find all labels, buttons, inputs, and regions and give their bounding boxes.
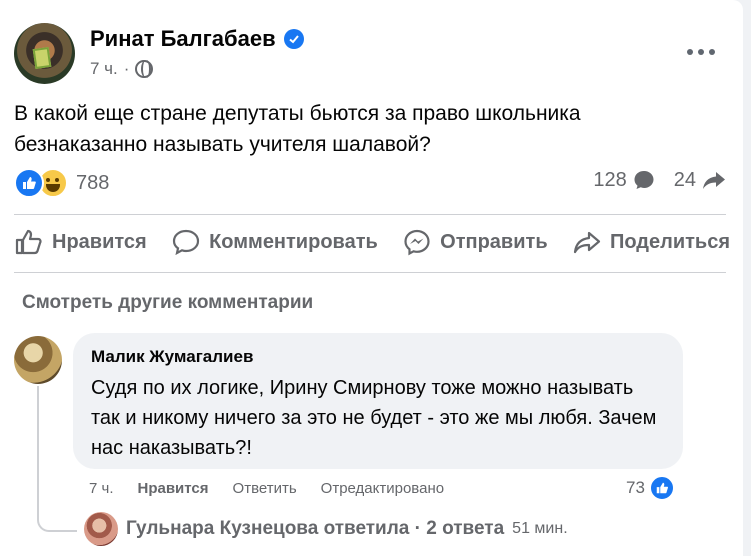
- post-author[interactable]: Ринат Балгабаев: [90, 26, 304, 52]
- like-button[interactable]: Нравится: [14, 228, 147, 256]
- divider: [14, 214, 726, 215]
- comment-edited-label[interactable]: Отредактировано: [321, 480, 444, 497]
- dot-icon: [698, 49, 704, 55]
- see-more-comments-link[interactable]: Смотреть другие комментарии: [22, 292, 313, 314]
- send-label: Отправить: [440, 230, 548, 253]
- replies-summary: Гульнара Кузнецова ответила · 2 ответа: [126, 518, 505, 539]
- divider: [14, 272, 726, 273]
- comments-stat[interactable]: 128: [593, 168, 655, 192]
- replier-avatar: [84, 512, 118, 546]
- reactions-count: 788: [76, 171, 110, 194]
- post-stats: 128 24: [593, 168, 727, 192]
- comment-reply-button[interactable]: Ответить: [233, 480, 297, 497]
- thumbs-up-icon: [15, 229, 42, 255]
- dot-icon: [687, 49, 693, 55]
- post-actions-bar: Нравится Комментировать Отправить Подели…: [14, 222, 730, 262]
- comment-time[interactable]: 7 ч.: [89, 480, 114, 497]
- view-replies-link[interactable]: Гульнара Кузнецова ответила · 2 ответа 5…: [84, 512, 568, 546]
- comment-icon: [172, 229, 200, 256]
- shares-stat[interactable]: 24: [674, 168, 727, 192]
- messenger-icon: [404, 229, 430, 256]
- comment-bubble: Малик Жумагалиев Судя по их логике, Ирин…: [73, 333, 683, 469]
- comment-likes[interactable]: 73: [626, 475, 675, 501]
- comment-author[interactable]: Малик Жумагалиев: [91, 347, 665, 367]
- post-card: Ринат Балгабаев 7 ч. · В какой еще стран…: [0, 0, 743, 556]
- reply-thread-line: [37, 386, 77, 532]
- dot-icon: [709, 49, 715, 55]
- comment-label: Комментировать: [209, 230, 378, 253]
- reactions-summary[interactable]: 788: [14, 168, 109, 198]
- shares-count: 24: [673, 168, 696, 191]
- like-reaction-icon: [648, 475, 675, 501]
- post-text: В какой еще стране депутаты бьются за пр…: [14, 102, 581, 156]
- like-label: Нравится: [52, 230, 147, 253]
- share-arrow-icon: [703, 172, 725, 189]
- share-label: Поделиться: [609, 230, 730, 253]
- post-meta: 7 ч. ·: [90, 59, 154, 79]
- post-time[interactable]: 7 ч.: [90, 59, 118, 79]
- comment-like-button[interactable]: Нравится: [138, 480, 209, 497]
- commenter-avatar[interactable]: [14, 336, 62, 384]
- replies-time: 51 мин.: [512, 520, 568, 537]
- meta-separator: ·: [123, 59, 130, 78]
- globe-icon[interactable]: [135, 60, 154, 78]
- comment-button[interactable]: Комментировать: [171, 228, 378, 256]
- comment-bubble-icon: [634, 171, 654, 189]
- comments-count: 128: [593, 168, 627, 191]
- author-avatar[interactable]: [14, 23, 75, 84]
- more-options-button[interactable]: [684, 42, 718, 62]
- send-button[interactable]: Отправить: [402, 228, 548, 256]
- verified-badge-icon: [283, 29, 304, 49]
- like-reaction-icon: [14, 168, 44, 198]
- comment-text: Судя по их логике, Ирину Смирнову тоже м…: [91, 377, 657, 459]
- comment-likes-count: 73: [626, 478, 645, 497]
- share-icon: [573, 231, 601, 254]
- comment-meta: 7 ч. Нравится Ответить Отредактировано: [89, 480, 444, 497]
- post-author-name[interactable]: Ринат Балгабаев: [90, 26, 276, 52]
- share-button[interactable]: Поделиться: [572, 228, 730, 256]
